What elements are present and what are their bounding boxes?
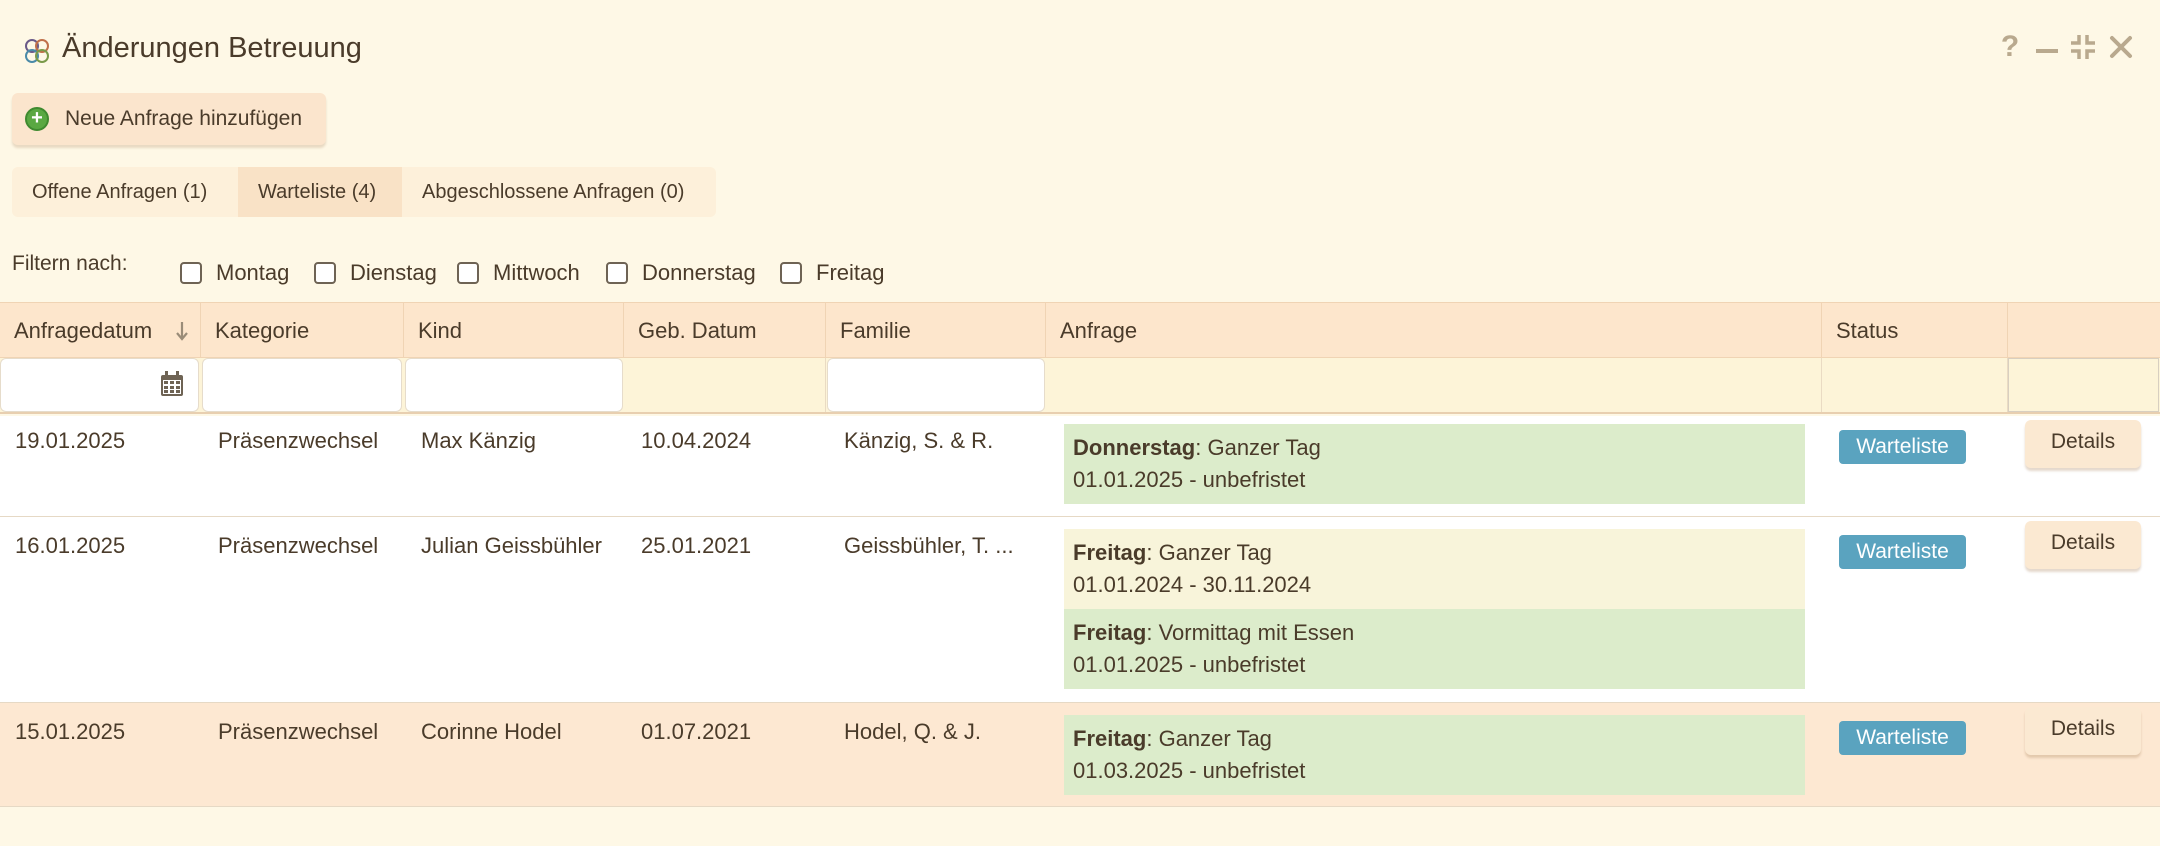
checkbox-donnerstag[interactable]: Donnerstag <box>606 260 756 286</box>
calendar-icon[interactable] <box>160 371 184 397</box>
column-filter-row <box>0 358 2160 414</box>
status-badge: Warteliste <box>1839 721 1966 755</box>
date-filter-input[interactable] <box>0 358 199 412</box>
request-date: 15.01.2025 <box>15 719 126 744</box>
table-row[interactable]: 19.01.2025 Präsenzwechsel Max Känzig 10.… <box>0 416 2160 517</box>
tab-waitlist[interactable]: Warteliste (4) <box>238 167 402 217</box>
checkbox-box[interactable] <box>314 262 336 284</box>
request-type: : Vormittag mit Essen <box>1146 620 1355 645</box>
request-filter-cell <box>1046 358 1822 412</box>
checkbox-mittwoch[interactable]: Mittwoch <box>457 260 580 286</box>
request-period: 01.01.2024 - 30.11.2024 <box>1073 572 1312 597</box>
category: Präsenzwechsel <box>218 533 379 558</box>
child-name: Corinne Hodel <box>421 719 562 744</box>
table-row[interactable]: 16.01.2025 Präsenzwechsel Julian Geissbü… <box>0 517 2160 703</box>
request-date: 19.01.2025 <box>15 428 126 453</box>
checkbox-label: Montag <box>216 260 290 285</box>
column-geb-datum[interactable]: Geb. Datum <box>624 303 826 359</box>
checkbox-label: Freitag <box>816 260 885 285</box>
status-filter-cell <box>1822 358 2008 412</box>
category: Präsenzwechsel <box>218 428 379 453</box>
requests-table: Anfragedatum Kategorie Kind Geb. Datum F… <box>0 302 2160 414</box>
request-date: 16.01.2025 <box>15 533 126 558</box>
request-entry: Freitag: Ganzer Tag 01.03.2025 - unbefri… <box>1064 715 1805 795</box>
column-kategorie[interactable]: Kategorie <box>201 303 404 359</box>
tab-closed-requests[interactable]: Abgeschlossene Anfragen (0) <box>402 167 716 217</box>
family: Geissbühler, T. ... <box>844 533 1014 558</box>
family: Känzig, S. & R. <box>844 428 994 453</box>
request-type: : Ganzer Tag <box>1146 726 1272 751</box>
family: Hodel, Q. & J. <box>844 719 981 744</box>
filter-label: Filtern nach: <box>12 252 128 275</box>
birth-date: 10.04.2024 <box>641 428 752 453</box>
birth-date: 01.07.2021 <box>641 719 752 744</box>
minimize-icon[interactable] <box>2032 32 2062 62</box>
close-icon[interactable] <box>2106 32 2136 62</box>
request-day: Freitag <box>1073 540 1147 565</box>
child-name: Max Känzig <box>421 428 536 453</box>
column-label: Anfragedatum <box>14 318 153 343</box>
column-familie[interactable]: Familie <box>826 303 1046 359</box>
details-button[interactable]: Details <box>2025 707 2141 755</box>
column-anfragedatum[interactable]: Anfragedatum <box>0 303 201 359</box>
request-period: 01.01.2025 - unbefristet <box>1073 652 1306 677</box>
checkbox-label: Donnerstag <box>642 260 756 285</box>
actions-filter-cell <box>2008 358 2159 412</box>
request-period: 01.01.2025 - unbefristet <box>1073 467 1306 492</box>
table-header: Anfragedatum Kategorie Kind Geb. Datum F… <box>0 302 2160 359</box>
request-day: Donnerstag <box>1073 435 1196 460</box>
page-title: Änderungen Betreuung <box>62 32 362 64</box>
request-type: : Ganzer Tag <box>1146 540 1272 565</box>
request-entry: Freitag: Ganzer Tag 01.01.2024 - 30.11.2… <box>1064 529 1805 609</box>
details-button[interactable]: Details <box>2025 420 2141 468</box>
request-entry: Freitag: Vormittag mit Essen 01.01.2025 … <box>1064 609 1805 689</box>
birth-filter-cell <box>624 358 826 412</box>
checkbox-dienstag[interactable]: Dienstag <box>314 260 437 286</box>
checkbox-box[interactable] <box>606 262 628 284</box>
tab-bar: Offene Anfragen (1) Warteliste (4) Abges… <box>12 167 716 217</box>
child-name: Julian Geissbühler <box>421 533 602 558</box>
child-filter-input[interactable] <box>405 358 623 412</box>
column-actions <box>2008 303 2160 359</box>
add-request-button[interactable]: + Neue Anfrage hinzufügen <box>12 93 326 145</box>
details-button[interactable]: Details <box>2025 521 2141 569</box>
add-request-label: Neue Anfrage hinzufügen <box>65 107 303 130</box>
plus-icon: + <box>25 107 49 131</box>
checkbox-label: Dienstag <box>350 260 437 285</box>
category-filter-input[interactable] <box>202 358 402 412</box>
birth-date: 25.01.2021 <box>641 533 752 558</box>
status-badge: Warteliste <box>1839 535 1966 569</box>
request-entry: Donnerstag: Ganzer Tag 01.01.2025 - unbe… <box>1064 424 1805 504</box>
day-filter: Filtern nach: Montag Dienstag Mittwoch D… <box>12 252 1012 292</box>
status-badge: Warteliste <box>1839 430 1966 464</box>
request-type: : Ganzer Tag <box>1195 435 1321 460</box>
checkbox-box[interactable] <box>180 262 202 284</box>
checkbox-label: Mittwoch <box>493 260 580 285</box>
table-row[interactable]: 15.01.2025 Präsenzwechsel Corinne Hodel … <box>0 703 2160 807</box>
help-icon[interactable]: ? <box>1995 32 2025 62</box>
restore-icon[interactable] <box>2068 32 2098 62</box>
family-filter-input[interactable] <box>827 358 1045 412</box>
title-bar: Änderungen Betreuung ? <box>0 0 2160 100</box>
request-period: 01.03.2025 - unbefristet <box>1073 758 1306 783</box>
checkbox-box[interactable] <box>457 262 479 284</box>
column-kind[interactable]: Kind <box>404 303 624 359</box>
app-icon <box>25 39 49 63</box>
column-status[interactable]: Status <box>1822 303 2008 359</box>
tab-open-requests[interactable]: Offene Anfragen (1) <box>12 167 238 217</box>
sort-down-icon[interactable] <box>174 303 190 359</box>
checkbox-montag[interactable]: Montag <box>180 260 289 286</box>
request-day: Freitag <box>1073 620 1147 645</box>
checkbox-freitag[interactable]: Freitag <box>780 260 884 286</box>
category: Präsenzwechsel <box>218 719 379 744</box>
checkbox-box[interactable] <box>780 262 802 284</box>
request-day: Freitag <box>1073 726 1147 751</box>
column-anfrage[interactable]: Anfrage <box>1046 303 1822 359</box>
